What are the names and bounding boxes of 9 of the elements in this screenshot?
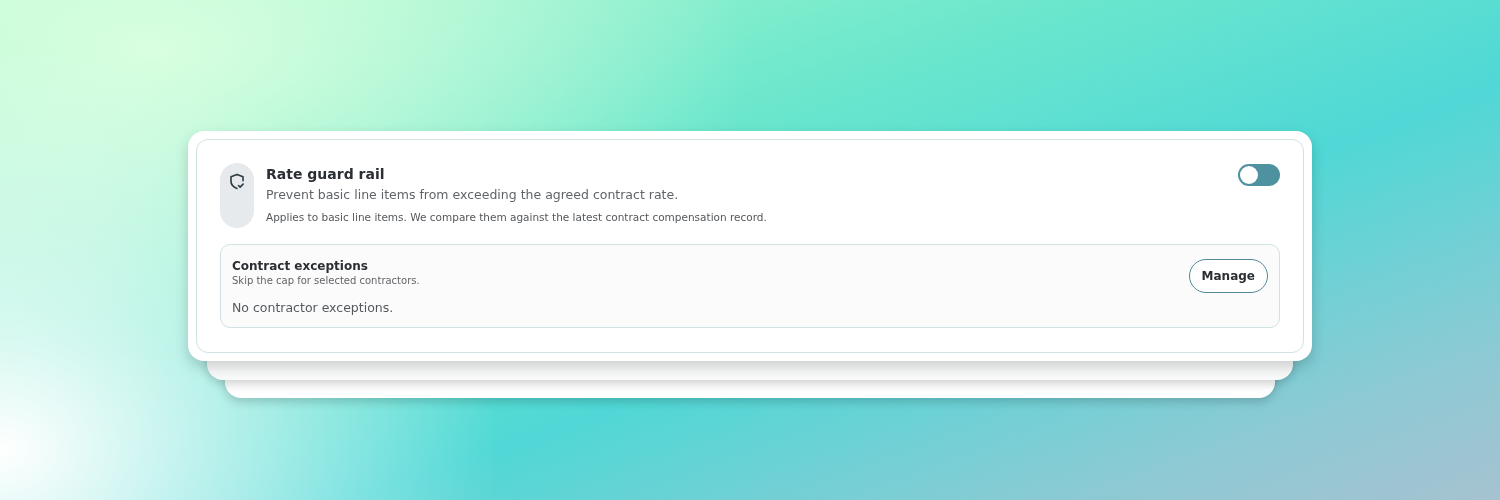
toggle-switch[interactable] xyxy=(1238,164,1280,186)
section-subtitle: Skip the cap for selected contractors. xyxy=(232,275,420,286)
manage-button[interactable]: Manage xyxy=(1188,259,1268,293)
setting-title: Rate guard rail xyxy=(266,166,386,182)
empty-state-text: No contractor exceptions. xyxy=(232,300,395,315)
setting-description: Prevent basic line items from exceeding the agreed contract rate. xyxy=(266,187,680,202)
section-title: Contract exceptions xyxy=(232,259,369,273)
shield-check-icon xyxy=(229,173,245,190)
setting-note: Applies to basic line items. We compare them against the latest contract compensation record. xyxy=(266,211,768,223)
